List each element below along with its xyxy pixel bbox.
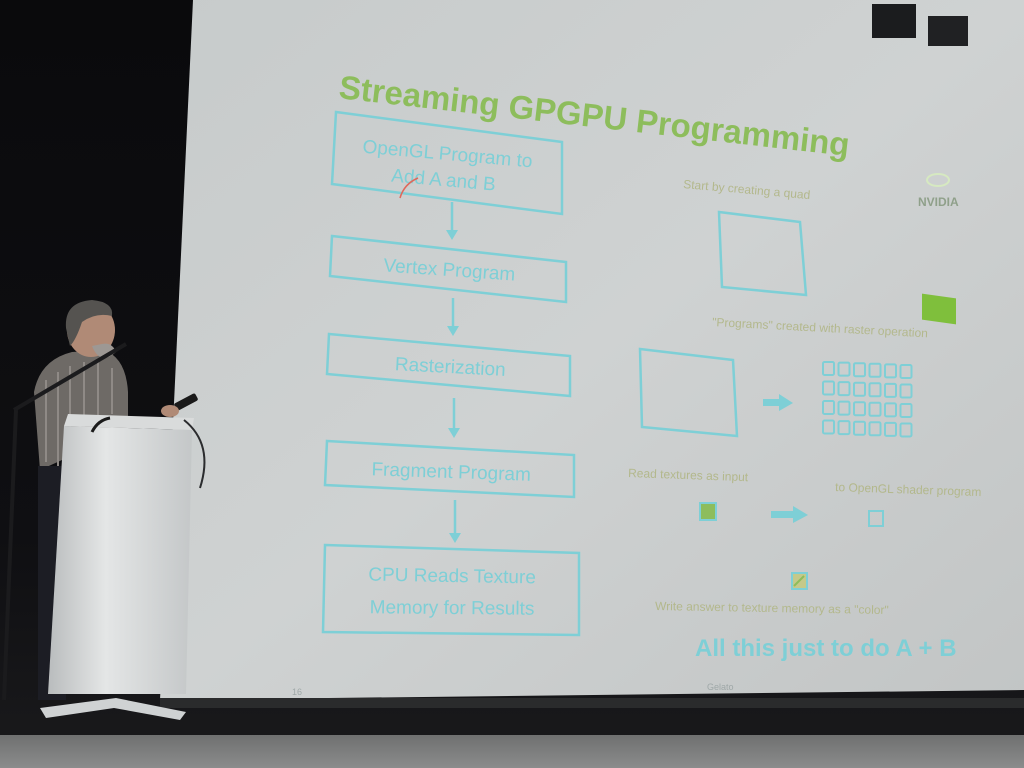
ceiling-fixture: [872, 4, 916, 38]
flow-step-5-line2: Memory for Results: [370, 597, 535, 619]
lecture-scene: Streaming GPGPU Programming NVIDIA OpenG…: [0, 0, 1024, 768]
nvidia-logo-text: NVIDIA: [918, 195, 959, 209]
flow-step-5-line1: CPU Reads Texture: [368, 565, 536, 589]
output-color-icon: [791, 572, 808, 590]
slide-footer-center: Gelato: [707, 682, 734, 692]
podium: [40, 414, 206, 720]
screen-bottom-edge: [160, 698, 1024, 708]
speaker-hand: [161, 405, 179, 417]
presentation-svg: Streaming GPGPU Programming NVIDIA OpenG…: [2, 0, 1024, 720]
podium-body: [48, 426, 192, 694]
slide-page-number: 16: [292, 687, 302, 697]
nvidia-eye-icon: [922, 293, 956, 325]
ceiling-fixture: [928, 16, 968, 46]
input-texture-icon: [699, 502, 717, 521]
punchline-text: All this just to do A + B: [695, 635, 957, 662]
